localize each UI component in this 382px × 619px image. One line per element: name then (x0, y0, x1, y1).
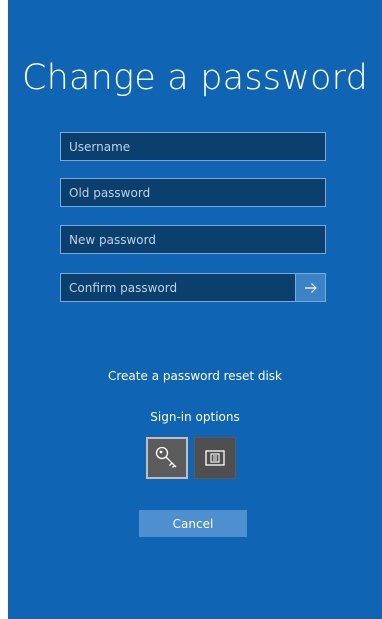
page-title: Change a password (21, 58, 369, 98)
new-password-input[interactable] (61, 226, 325, 253)
signin-options-label[interactable]: Sign-in options (8, 410, 382, 424)
confirm-password-input[interactable] (61, 274, 295, 301)
old-password-field-container (60, 178, 326, 207)
cancel-button[interactable]: Cancel (139, 510, 247, 537)
signin-option-smart-card[interactable] (194, 437, 236, 479)
username-field-container (60, 132, 326, 161)
confirm-password-field-container (60, 273, 326, 302)
submit-button[interactable] (295, 274, 325, 301)
key-icon (155, 446, 177, 468)
smart-card-icon (205, 450, 225, 466)
old-password-input[interactable] (61, 179, 325, 206)
reset-disk-link[interactable]: Create a password reset disk (8, 369, 382, 383)
new-password-field-container (60, 225, 326, 254)
change-password-screen: Change a password Create a password rese… (8, 0, 382, 619)
username-input[interactable] (61, 133, 325, 160)
arrow-right-icon (304, 282, 317, 293)
signin-option-password[interactable] (146, 437, 188, 479)
